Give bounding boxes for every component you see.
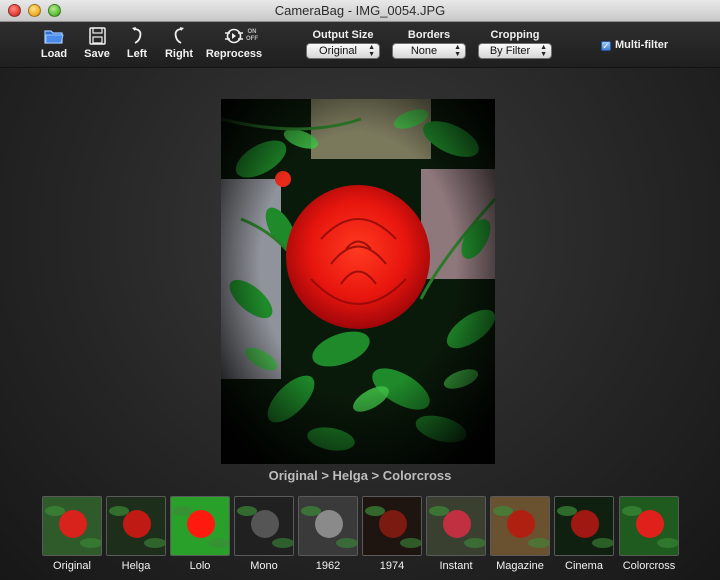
folder-icon (44, 30, 64, 44)
reprocess-off: OFF (246, 36, 258, 42)
cropping-value: By Filter (489, 45, 531, 57)
filter-preview (554, 496, 614, 556)
save-label: Save (84, 48, 110, 60)
borders-label: Borders (407, 29, 451, 41)
reprocess-label: Reprocess (205, 48, 263, 60)
toolbar: Load Save Left Right ON OFF Reprocess Ou… (0, 22, 720, 68)
filter-label: Cinema (565, 560, 603, 572)
filter-label: Instant (439, 560, 473, 572)
filter-label: Original (53, 560, 91, 572)
checkmark-icon: ✓ (601, 41, 611, 51)
filter-thumbnail[interactable]: Cinema (554, 496, 614, 576)
filter-preview (298, 496, 358, 556)
app-window: CameraBag - IMG_0054.JPG Load Save Left (0, 0, 720, 580)
filter-thumbnail[interactable]: 1962 (298, 496, 358, 576)
borders-select[interactable]: None ▲ ▼ (392, 43, 466, 59)
cropping-group: Cropping By Filter ▲ ▼ (478, 29, 552, 59)
borders-group: Borders None ▲ ▼ (392, 29, 466, 59)
left-label: Left (126, 48, 148, 60)
filter-preview (106, 496, 166, 556)
rotate-left-button[interactable]: Left (124, 26, 150, 60)
rotate-left-icon (132, 27, 142, 44)
reprocess-button[interactable]: ON OFF Reprocess (205, 26, 263, 60)
multi-filter-checkbox[interactable]: ✓ Multi-filter (601, 39, 668, 51)
rotate-right-button[interactable]: Right (162, 26, 196, 60)
filter-thumbnail[interactable]: 1974 (362, 496, 422, 576)
load-label: Load (40, 48, 68, 60)
multi-filter-label: Multi-filter (615, 39, 669, 51)
filter-preview (426, 496, 486, 556)
filter-label: Magazine (496, 560, 544, 572)
borders-value: None (410, 45, 438, 57)
floppy-disk-icon (89, 27, 106, 45)
filter-thumbnail[interactable]: Magazine (490, 496, 550, 576)
filter-thumbnail[interactable]: Colorcross (619, 496, 679, 576)
filter-thumbnail[interactable]: Original (42, 496, 102, 576)
filter-preview (362, 496, 422, 556)
load-button[interactable]: Load (38, 26, 70, 60)
filter-thumbnail-strip: Original Helga Lolo Mono 1962 1974 Instant Maga… (0, 493, 720, 580)
filter-preview (234, 496, 294, 556)
filter-label: 1974 (379, 560, 405, 572)
reprocess-on: ON (247, 29, 257, 35)
filter-preview (42, 496, 102, 556)
filter-preview (619, 496, 679, 556)
filter-path-text: Original > Helga > Colorcross (268, 468, 452, 483)
filter-thumbnail[interactable]: Instant (426, 496, 486, 576)
filter-label: Lolo (189, 560, 211, 572)
filter-thumbnail[interactable]: Lolo (170, 496, 230, 576)
reprocess-icon (225, 28, 243, 44)
rose-photo-image (221, 99, 495, 464)
rotate-right-icon (174, 27, 184, 44)
filter-thumbnail[interactable]: Helga (106, 496, 166, 576)
output-size-select[interactable]: Original ▲ ▼ (306, 43, 380, 59)
filter-label: Helga (121, 560, 151, 572)
filter-preview (170, 496, 230, 556)
reprocess-on-off: ON OFF (246, 29, 258, 43)
select-arrows-icon: ▲ ▼ (368, 44, 375, 58)
output-size-label: Output Size (312, 29, 374, 41)
output-size-group: Output Size Original ▲ ▼ (306, 29, 380, 59)
cropping-label: Cropping (490, 29, 540, 41)
main-photo[interactable] (221, 99, 495, 464)
right-label: Right (164, 48, 194, 60)
select-arrows-icon: ▲ ▼ (454, 44, 461, 58)
save-button[interactable]: Save (82, 26, 112, 60)
filter-label: 1962 (315, 560, 341, 572)
cropping-select[interactable]: By Filter ▲ ▼ (478, 43, 552, 59)
filter-label: Mono (250, 560, 278, 572)
window-title: CameraBag - IMG_0054.JPG (274, 3, 446, 18)
output-size-value: Original (319, 45, 357, 57)
title-bar[interactable]: CameraBag - IMG_0054.JPG (0, 0, 720, 22)
filter-label: Colorcross (622, 560, 676, 572)
filter-thumbnail[interactable]: Mono (234, 496, 294, 576)
filter-preview (490, 496, 550, 556)
select-arrows-icon: ▲ ▼ (540, 44, 547, 58)
